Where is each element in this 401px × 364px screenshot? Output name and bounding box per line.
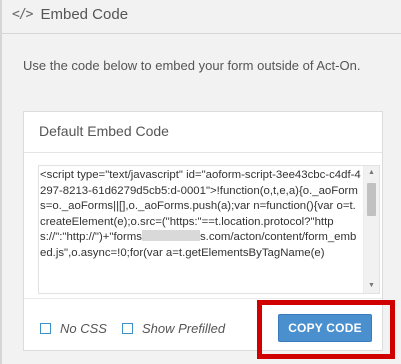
code-scrollbar[interactable]: ▲ ▼ bbox=[363, 166, 379, 293]
card-title-divider bbox=[24, 152, 382, 153]
panel-title: Embed Code bbox=[40, 5, 129, 23]
embed-description: Use the code below to embed your form ou… bbox=[23, 58, 361, 73]
card-options-divider bbox=[24, 298, 382, 299]
panel-left-border bbox=[0, 0, 2, 364]
embed-code-panel: </> Embed Code Use the code below to emb… bbox=[0, 0, 401, 364]
scroll-thumb[interactable] bbox=[367, 183, 376, 216]
panel-header: </> Embed Code bbox=[12, 3, 128, 25]
scroll-down-arrow-icon[interactable]: ▼ bbox=[364, 279, 379, 293]
scroll-up-arrow-icon[interactable]: ▲ bbox=[364, 166, 379, 180]
embed-code-textarea[interactable]: <script type="text/javascript" id="aofor… bbox=[38, 165, 380, 294]
copy-code-button[interactable]: COPY CODE bbox=[278, 314, 372, 342]
no-css-label: No CSS bbox=[60, 321, 107, 336]
redacted-block bbox=[141, 230, 200, 242]
card-title: Default Embed Code bbox=[39, 123, 169, 139]
no-css-checkbox[interactable] bbox=[40, 323, 51, 334]
show-prefilled-checkbox[interactable] bbox=[122, 323, 133, 334]
embed-code-text[interactable]: <script type="text/javascript" id="aofor… bbox=[39, 166, 361, 293]
show-prefilled-option[interactable]: Show Prefilled bbox=[122, 321, 225, 336]
no-css-option[interactable]: No CSS bbox=[40, 321, 107, 336]
code-icon: </> bbox=[12, 6, 34, 22]
show-prefilled-label: Show Prefilled bbox=[142, 321, 226, 336]
header-divider bbox=[0, 33, 401, 34]
